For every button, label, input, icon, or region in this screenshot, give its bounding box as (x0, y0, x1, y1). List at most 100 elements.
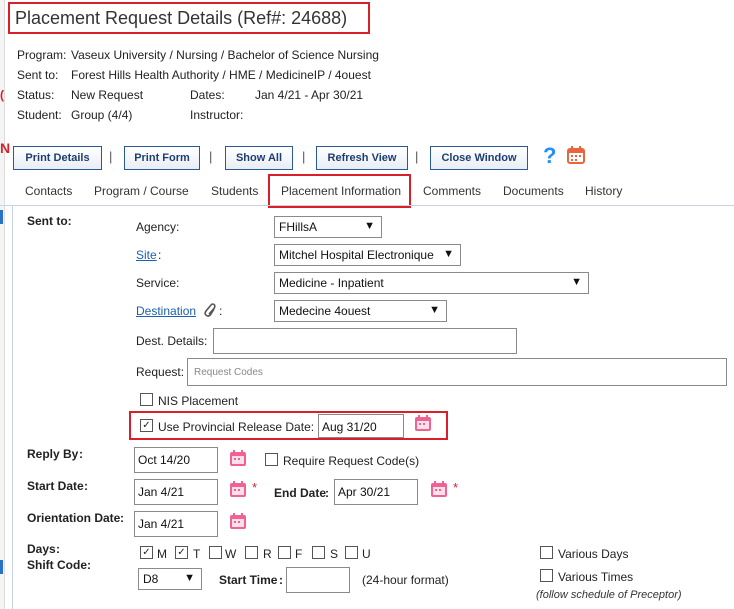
required-asterisk: * (453, 480, 459, 495)
end-date-input[interactable]: Apr 30/21 (334, 479, 418, 505)
tab-program-course[interactable]: Program / Course (94, 184, 189, 198)
svg-text:?: ? (543, 143, 556, 167)
status-label: Status: (17, 88, 55, 102)
status-value: New Request (71, 88, 144, 102)
dates-label: Dates: (190, 88, 225, 102)
calendar-icon[interactable] (229, 480, 247, 501)
tab-comments[interactable]: Comments (423, 184, 481, 198)
day-checkbox-r[interactable] (245, 546, 258, 559)
calendar-icon[interactable] (430, 480, 448, 501)
calendar-icon[interactable] (229, 449, 247, 470)
paperclip-icon[interactable] (202, 302, 216, 318)
chevron-down-icon: ▼ (364, 220, 375, 232)
tab-history[interactable]: History (585, 184, 622, 198)
left-edge-fragment (0, 560, 3, 574)
require-request-code-label: Require Request Code(s) (283, 454, 420, 468)
tab-contacts[interactable]: Contacts (25, 184, 72, 198)
program-label: Program: (17, 48, 67, 62)
toolbar-separator: | (302, 149, 306, 164)
day-label-w: W (225, 547, 237, 561)
reply-by-label: Reply By (27, 447, 79, 461)
start-date-input[interactable]: Jan 4/21 (134, 479, 218, 505)
day-label-r: R (263, 547, 272, 561)
start-time-label: Start Time (219, 573, 278, 587)
day-checkbox-w[interactable] (209, 546, 222, 559)
day-label-t: T (193, 547, 201, 561)
destination-select[interactable]: Medecine 4ouest ▼ (274, 300, 447, 322)
site-select[interactable]: Mitchel Hospital Electronique ▼ (274, 244, 461, 266)
provincial-release-date-input[interactable]: Aug 31/20 (318, 414, 404, 438)
toolbar-separator: | (415, 149, 419, 164)
request-codes-input[interactable]: Request Codes (187, 358, 727, 386)
day-checkbox-s[interactable] (312, 546, 325, 559)
chevron-down-icon: ▼ (443, 248, 454, 260)
various-days-label: Various Days (558, 547, 629, 561)
refresh-view-button[interactable]: Refresh View (316, 146, 408, 170)
site-value: Mitchel Hospital Electronique (279, 248, 434, 262)
dest-details-input[interactable] (213, 328, 517, 354)
tab-documents[interactable]: Documents (503, 184, 564, 198)
start-time-input[interactable] (286, 567, 350, 593)
preceptor-note: (follow schedule of Preceptor) (536, 589, 682, 601)
agency-label: Agency: (136, 220, 180, 234)
show-all-button[interactable]: Show All (225, 146, 293, 170)
chevron-down-icon: ▼ (429, 304, 440, 316)
sent-to-heading: Sent to: (27, 214, 72, 228)
service-select[interactable]: Medicine - Inpatient ▼ (274, 272, 589, 294)
chevron-down-icon: ▼ (184, 572, 195, 584)
calendar-icon[interactable] (566, 145, 586, 165)
reply-by-date-input[interactable]: Oct 14/20 (134, 447, 218, 473)
tab-students[interactable]: Students (211, 184, 258, 198)
dates-value: Jan 4/21 - Apr 30/21 (255, 88, 364, 102)
provincial-release-checkbox[interactable]: ✓ (140, 419, 153, 432)
service-label: Service: (136, 276, 180, 290)
print-form-button[interactable]: Print Form (124, 146, 200, 170)
day-checkbox-m[interactable]: ✓ (140, 546, 153, 559)
site-link[interactable]: Site (136, 248, 157, 262)
orientation-date-colon: : (120, 511, 124, 525)
end-date-label: End Date (274, 486, 327, 500)
destination-value: Medecine 4ouest (279, 304, 371, 318)
site-colon: : (158, 248, 162, 262)
start-date-label: Start Date (27, 479, 84, 493)
toolbar-separator: | (109, 149, 113, 164)
start-date-colon: : (84, 479, 88, 493)
calendar-icon[interactable] (229, 512, 247, 533)
print-details-button[interactable]: Print Details (13, 146, 102, 170)
agency-value: FHillsA (279, 220, 317, 234)
sent-to-label: Sent to: (17, 68, 59, 82)
agency-select[interactable]: FHillsA ▼ (274, 216, 382, 238)
day-label-m: M (157, 547, 167, 561)
day-checkbox-t[interactable]: ✓ (175, 546, 188, 559)
day-checkbox-u[interactable] (345, 546, 358, 559)
orientation-date-label: Orientation Date (27, 511, 121, 525)
orientation-date-input[interactable]: Jan 4/21 (134, 511, 218, 537)
nis-placement-label: NIS Placement (158, 394, 239, 408)
start-time-colon: : (279, 573, 283, 587)
shift-code-select[interactable]: D8 ▼ (138, 568, 202, 590)
require-request-code-checkbox[interactable] (265, 453, 278, 466)
destination-colon: : (219, 304, 223, 318)
calendar-icon[interactable] (414, 414, 432, 435)
day-label-u: U (362, 547, 371, 561)
dest-details-label: Dest. Details: (136, 334, 208, 348)
left-edge-fragment (0, 210, 3, 224)
various-times-label: Various Times (558, 570, 634, 584)
various-days-checkbox[interactable] (540, 546, 553, 559)
shift-code-colon: : (87, 558, 91, 572)
day-checkbox-f[interactable] (278, 546, 291, 559)
nis-placement-checkbox[interactable] (140, 393, 153, 406)
close-window-button[interactable]: Close Window (430, 146, 528, 170)
reply-by-colon: : (79, 447, 83, 461)
required-asterisk: * (252, 480, 258, 495)
left-edge-fragment: N (0, 140, 11, 156)
service-value: Medicine - Inpatient (279, 276, 384, 290)
tab-placement-information[interactable]: Placement Information (281, 184, 401, 198)
question-mark-icon[interactable]: ? (541, 143, 559, 168)
various-times-checkbox[interactable] (540, 569, 553, 582)
destination-link[interactable]: Destination (136, 304, 196, 318)
chevron-down-icon: ▼ (571, 276, 582, 288)
end-date-colon: : (325, 486, 329, 500)
instructor-label: Instructor: (190, 108, 244, 122)
student-value: Group (4/4) (71, 108, 133, 122)
